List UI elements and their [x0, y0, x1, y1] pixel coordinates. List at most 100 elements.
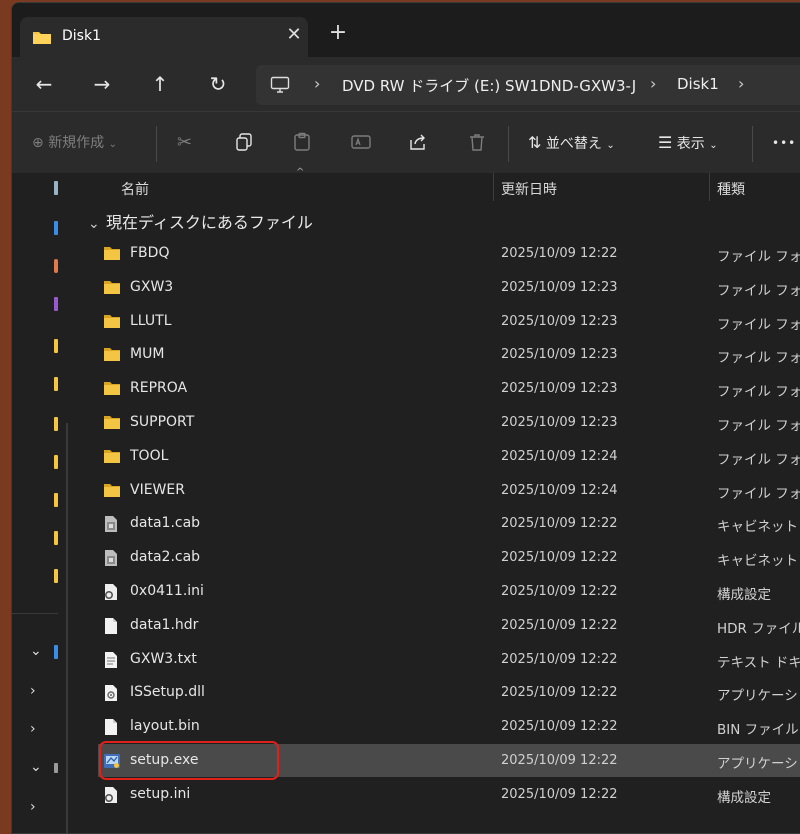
quick-access-icon[interactable]	[54, 181, 58, 195]
breadcrumb-folder[interactable]: Disk1	[677, 75, 719, 93]
share-icon[interactable]	[408, 132, 428, 156]
setup-exe-icon	[103, 752, 120, 768]
paste-icon[interactable]	[292, 132, 312, 156]
file-row[interactable]: 0x0411.ini 2025/10/09 12:22 構成設定	[98, 575, 800, 608]
file-name: data2.cab	[130, 549, 201, 566]
file-name: data1.cab	[130, 515, 201, 532]
column-divider[interactable]	[493, 173, 494, 201]
folder-icon[interactable]	[54, 493, 58, 507]
file-name: setup.ini	[130, 785, 191, 802]
column-type-header[interactable]: 種類	[717, 179, 745, 199]
forward-arrow-icon[interactable]: →	[87, 69, 117, 99]
chevron-down-icon: ⌄	[88, 216, 100, 232]
file-name: LLUTL	[130, 312, 172, 329]
file-type: 構成設定	[717, 587, 771, 603]
file-row[interactable]: ISSetup.dll 2025/10/09 12:22 アプリケーション拡張	[98, 676, 800, 709]
file-type: キャビネット ファイル	[717, 553, 800, 570]
copy-icon[interactable]	[234, 132, 254, 156]
back-arrow-icon[interactable]: ←	[29, 69, 59, 99]
file-row[interactable]: GXW3 2025/10/09 12:23 ファイル フォルダー	[98, 271, 800, 304]
file-row[interactable]: MUM 2025/10/09 12:23 ファイル フォルダー	[98, 338, 800, 371]
explorer-window: Disk1 ✕ + ← → ↑ ↻ › DVD RW ドライブ (E:) SW1…	[11, 2, 800, 834]
file-type: ファイル フォルダー	[717, 316, 800, 333]
folder-icon	[32, 29, 52, 49]
music-icon[interactable]	[54, 297, 58, 311]
file-row[interactable]: SUPPORT 2025/10/09 12:23 ファイル フォルダー	[98, 406, 800, 439]
breadcrumb-separator: ›	[314, 74, 321, 93]
tab-disk1[interactable]: Disk1 ✕	[20, 17, 308, 57]
new-button[interactable]: ⊕ 新規作成 ⌄	[32, 132, 117, 156]
settings-file-icon	[103, 786, 119, 803]
file-row[interactable]: FBDQ 2025/10/09 12:22 ファイル フォルダー	[98, 237, 800, 270]
new-button-label: 新規作成	[48, 135, 105, 151]
chevron-right-icon[interactable]: ›	[30, 799, 36, 815]
folder-icon	[103, 482, 120, 498]
file-date: 2025/10/09 12:22	[501, 584, 618, 599]
address-bar[interactable]: › DVD RW ドライブ (E:) SW1DND-GXW3-J › Disk1…	[256, 65, 800, 105]
file-name: TOOL	[130, 447, 169, 464]
up-arrow-icon[interactable]: ↑	[145, 69, 175, 99]
file-row[interactable]: setup.exe 2025/10/09 12:22 アプリケーション	[98, 744, 800, 777]
file-date: 2025/10/09 12:23	[501, 347, 618, 363]
sort-caret-icon: ^	[296, 167, 305, 178]
pictures-icon[interactable]	[54, 259, 58, 273]
group-header[interactable]: ⌄ 現在ディスクにあるファイル	[88, 209, 313, 235]
chevron-down-icon[interactable]: ⌄	[30, 759, 42, 775]
sidebar-divider	[12, 613, 58, 614]
file-name: VIEWER	[130, 481, 185, 498]
refresh-icon[interactable]: ↻	[203, 69, 233, 99]
toolbar-divider	[508, 126, 509, 162]
folder-icon[interactable]	[54, 339, 58, 353]
file-row[interactable]: setup.ini 2025/10/09 12:22 構成設定	[98, 778, 800, 811]
column-name-header[interactable]: 名前	[121, 179, 149, 199]
file-name: layout.bin	[130, 718, 200, 735]
sidebar-scrollbar[interactable]	[66, 423, 68, 833]
sort-button[interactable]: ⇅ 並べ替え ⌄	[528, 132, 615, 156]
file-type: ファイル フォルダー	[717, 384, 800, 401]
tab-title: Disk1	[62, 28, 101, 44]
file-row[interactable]: REPROA 2025/10/09 12:23 ファイル フォルダー	[98, 372, 800, 405]
file-row[interactable]: GXW3.txt 2025/10/09 12:22 テキスト ドキュメント	[98, 643, 800, 676]
folder-icon[interactable]	[54, 455, 58, 469]
cut-icon[interactable]: ✂	[177, 132, 192, 156]
view-button[interactable]: ☰ 表示 ⌄	[658, 132, 718, 156]
column-divider[interactable]	[709, 173, 710, 201]
file-row[interactable]: VIEWER 2025/10/09 12:24 ファイル フォルダー	[98, 474, 800, 507]
file-type: ファイル フォルダー	[717, 350, 800, 367]
command-bar: ⊕ 新規作成 ⌄ ✂ ⇅ 並べ替え ⌄ ☰ 表示 ⌄ •••	[12, 111, 800, 175]
chevron-right-icon[interactable]: ›	[30, 721, 36, 737]
drive-icon[interactable]	[54, 763, 58, 773]
file-date: 2025/10/09 12:23	[501, 279, 618, 295]
close-tab-button[interactable]: ✕	[282, 23, 306, 47]
file-date: 2025/10/09 12:22	[501, 246, 618, 261]
computer-icon	[270, 76, 290, 98]
file-row[interactable]: LLUTL 2025/10/09 12:23 ファイル フォルダー	[98, 305, 800, 338]
file-date: 2025/10/09 12:22	[501, 685, 618, 701]
desktop-icon[interactable]	[54, 221, 58, 235]
file-row[interactable]: layout.bin 2025/10/09 12:22 BIN ファイル	[98, 710, 800, 743]
more-options-icon[interactable]: •••	[772, 132, 796, 156]
column-date-header[interactable]: 更新日時	[501, 179, 557, 199]
folder-icon[interactable]	[54, 417, 58, 431]
file-date: 2025/10/09 12:24	[501, 482, 618, 498]
breadcrumb-drive[interactable]: DVD RW ドライブ (E:) SW1DND-GXW3-J	[342, 75, 636, 96]
file-row[interactable]: TOOL 2025/10/09 12:24 ファイル フォルダー	[98, 440, 800, 473]
rename-icon[interactable]	[350, 132, 372, 156]
onedrive-icon[interactable]	[54, 645, 58, 659]
chevron-right-icon[interactable]: ›	[30, 683, 36, 699]
file-name: REPROA	[130, 380, 188, 397]
delete-icon[interactable]	[467, 132, 487, 156]
file-type: アプリケーション	[717, 756, 800, 772]
folder-icon[interactable]	[54, 569, 58, 583]
folder-icon[interactable]	[54, 531, 58, 545]
file-type: ファイル フォルダー	[717, 451, 800, 468]
folder-icon	[103, 313, 120, 329]
file-row[interactable]: data1.cab 2025/10/09 12:22 キャビネット ファイル	[98, 507, 800, 540]
file-type: キャビネット ファイル	[717, 519, 800, 536]
file-date: 2025/10/09 12:22	[501, 617, 618, 633]
file-row[interactable]: data2.cab 2025/10/09 12:22 キャビネット ファイル	[98, 541, 800, 574]
folder-icon[interactable]	[54, 377, 58, 391]
file-row[interactable]: data1.hdr 2025/10/09 12:22 HDR ファイル	[98, 609, 800, 642]
new-tab-button[interactable]: +	[326, 21, 350, 45]
chevron-down-icon[interactable]: ⌄	[30, 643, 42, 659]
